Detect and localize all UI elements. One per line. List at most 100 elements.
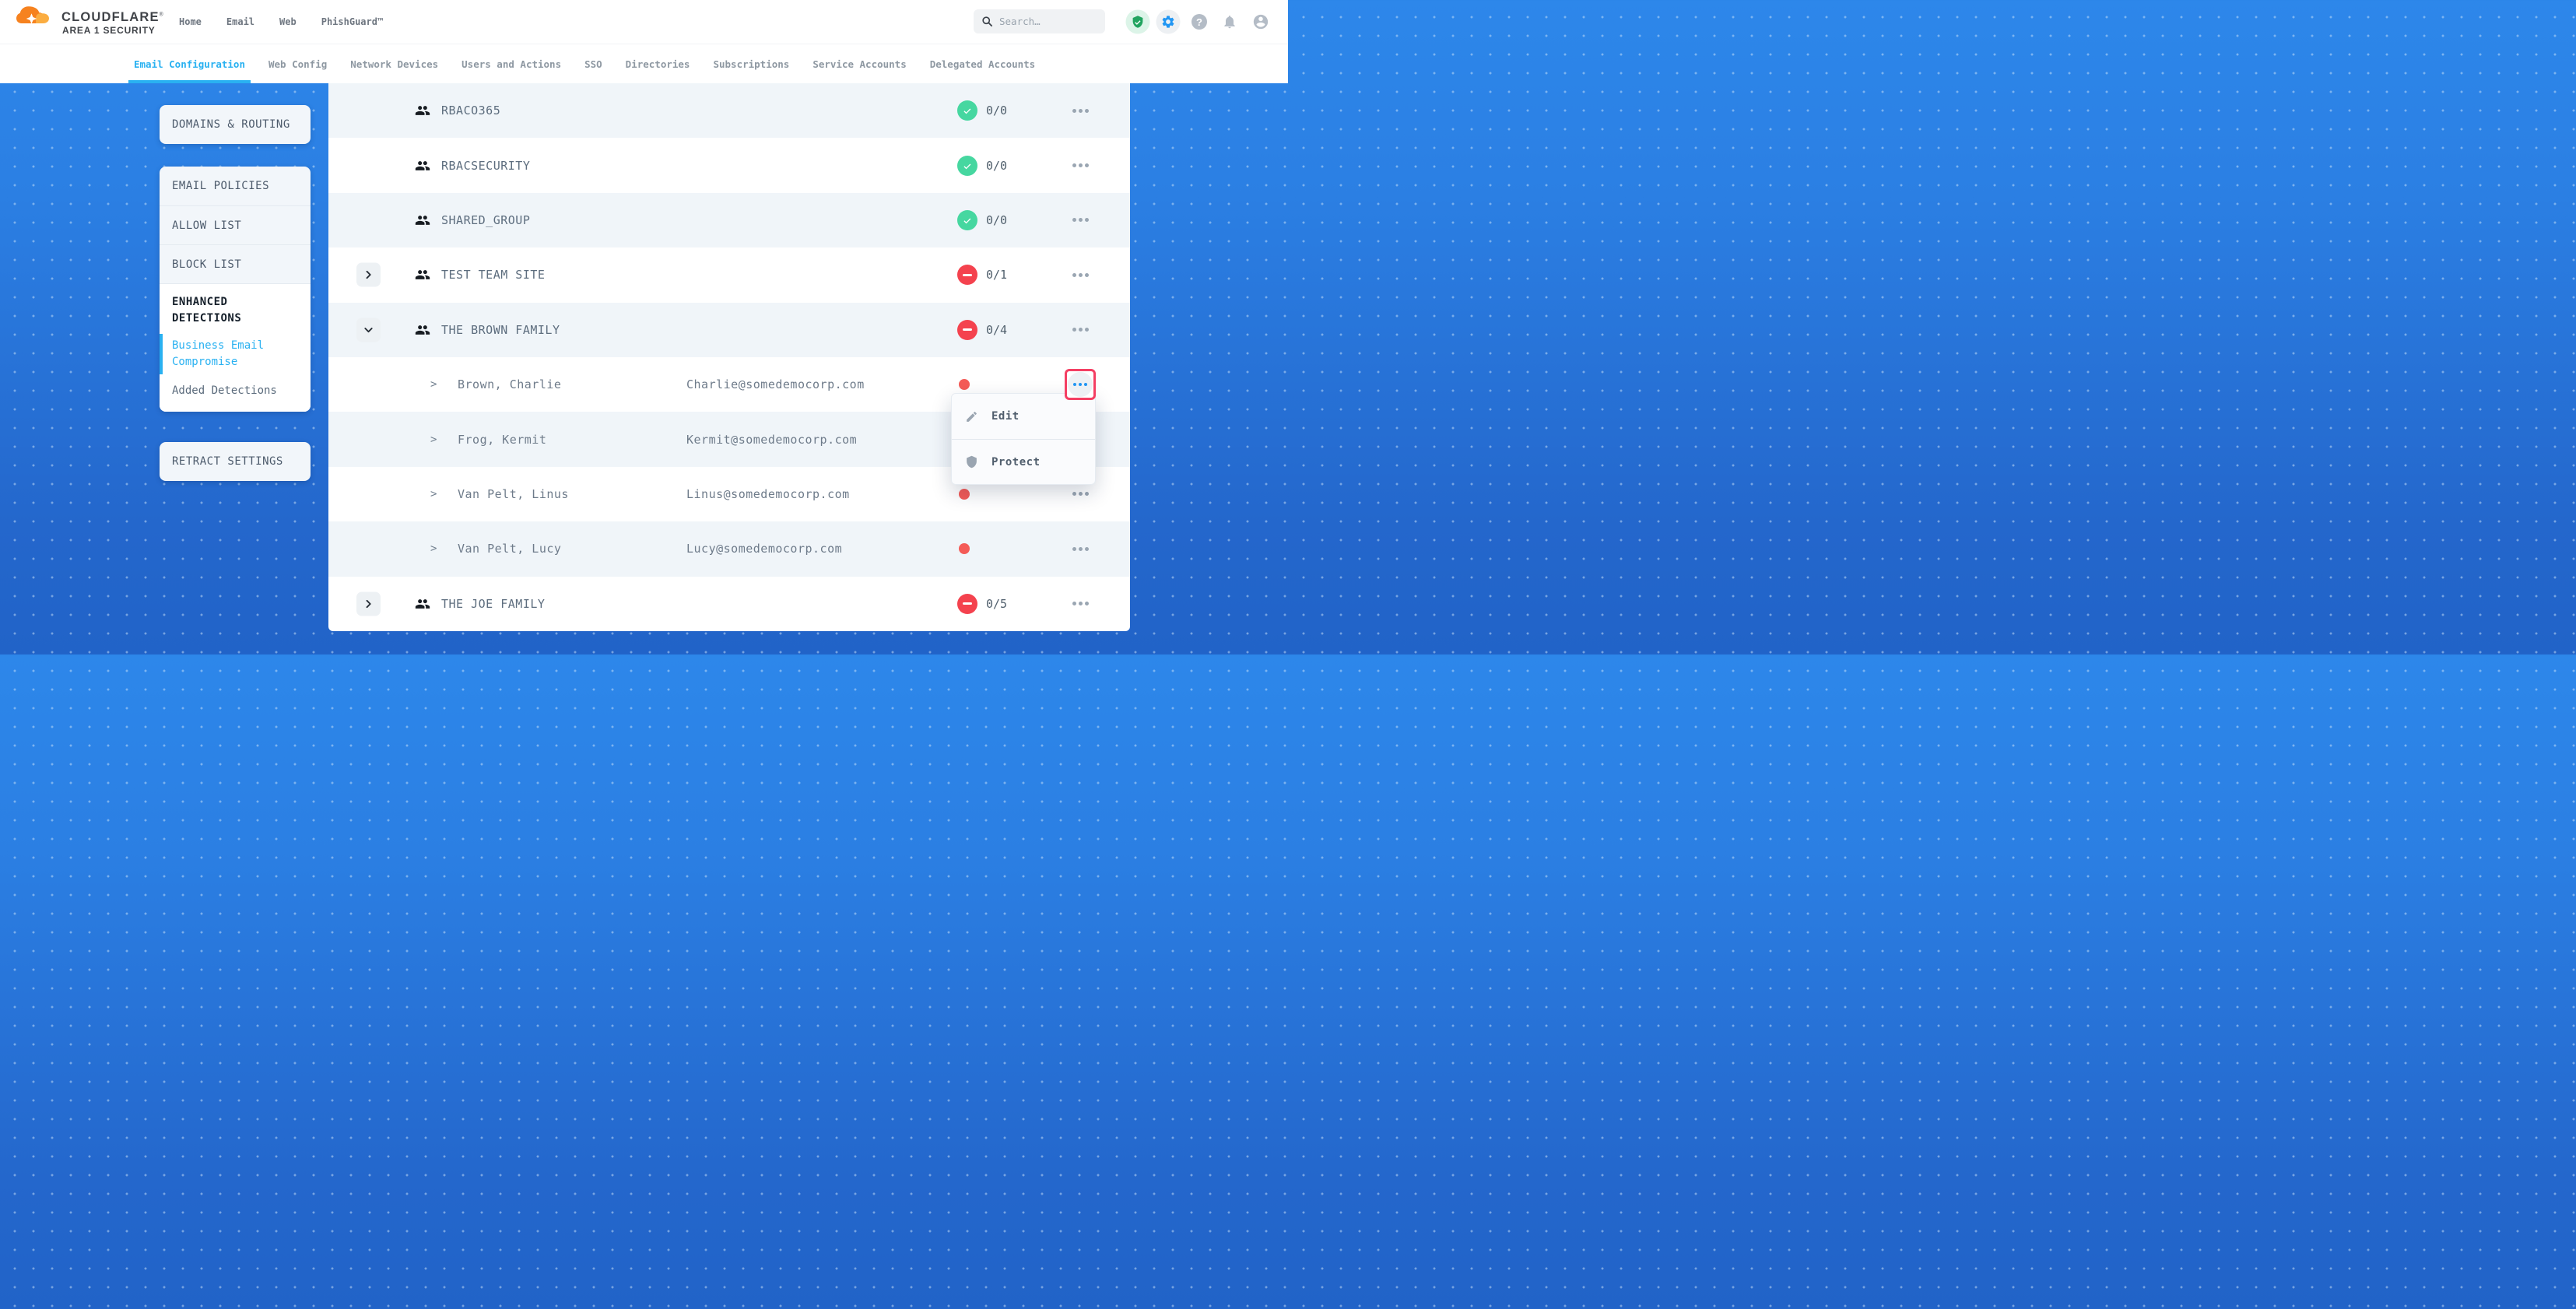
- row-context-menu: Edit Protect: [951, 393, 1096, 485]
- collapse-button[interactable]: [356, 318, 381, 342]
- table-row: RBACSECURITY 0/0: [328, 138, 1130, 192]
- table-row: TEST TEAM SITE 0/1: [328, 247, 1130, 302]
- shield-check-icon[interactable]: [1126, 10, 1150, 34]
- group-name: RBACSECURITY: [441, 159, 530, 173]
- expand-button[interactable]: [356, 591, 381, 616]
- app-header: CLOUDFLARE® AREA 1 SECURITY Home Email W…: [0, 0, 1288, 44]
- status-dot: [959, 379, 970, 390]
- table-row: RBACO365 0/0: [328, 83, 1130, 138]
- user-icon[interactable]: [1252, 13, 1269, 30]
- search-bar[interactable]: [974, 9, 1105, 33]
- chevron-right-icon: [364, 599, 373, 608]
- member-chevron[interactable]: >: [430, 488, 437, 500]
- group-icon: [415, 267, 430, 283]
- status-alert-icon: [957, 594, 977, 614]
- expand-button[interactable]: [356, 263, 381, 287]
- sidebar-item-retract-settings[interactable]: RETRACT SETTINGS: [160, 442, 311, 481]
- row-actions-button-active[interactable]: [1065, 369, 1096, 400]
- nav-email[interactable]: Email: [226, 16, 254, 27]
- brand-product: AREA 1 SECURITY: [62, 25, 156, 36]
- group-icon: [415, 322, 430, 338]
- table-row: THE JOE FAMILY 0/5: [328, 577, 1130, 631]
- tab-directories[interactable]: Directories: [626, 44, 690, 83]
- tab-email-configuration[interactable]: Email Configuration: [134, 44, 245, 83]
- help-icon[interactable]: ?: [1191, 14, 1207, 30]
- group-name: TEST TEAM SITE: [441, 268, 545, 282]
- row-actions-button[interactable]: [1065, 150, 1096, 181]
- nav-phishguard[interactable]: PhishGuard™: [321, 16, 383, 27]
- tab-users-and-actions[interactable]: Users and Actions: [462, 44, 561, 83]
- group-icon: [415, 596, 430, 612]
- shield-icon: [965, 455, 978, 469]
- table-row: THE BROWN FAMILY 0/4: [328, 303, 1130, 357]
- sidebar-item-email-policies[interactable]: EMAIL POLICIES: [160, 167, 311, 205]
- protection-count: 0/0: [986, 159, 1007, 173]
- brand-name: CLOUDFLARE®: [61, 10, 163, 25]
- protection-count: 0/0: [986, 104, 1007, 118]
- member-chevron[interactable]: >: [430, 542, 437, 555]
- status-ok-icon: [957, 210, 977, 230]
- table-row: > Van Pelt, Lucy Lucy@somedemocorp.com: [328, 521, 1130, 576]
- sidebar-item-block-list[interactable]: BLOCK LIST: [160, 244, 311, 283]
- status-alert-icon: [957, 265, 977, 285]
- member-email: Linus@somedemocorp.com: [686, 487, 850, 501]
- status-ok-icon: [957, 100, 977, 121]
- tab-service-accounts[interactable]: Service Accounts: [812, 44, 906, 83]
- member-email: Lucy@somedemocorp.com: [686, 542, 842, 556]
- protection-count: 0/1: [986, 268, 1007, 282]
- row-actions-button[interactable]: [1065, 205, 1096, 236]
- status-alert-icon: [957, 320, 977, 340]
- group-icon: [415, 103, 430, 118]
- group-name: THE BROWN FAMILY: [441, 323, 560, 337]
- row-actions-button[interactable]: [1065, 314, 1096, 346]
- group-name: THE JOE FAMILY: [441, 597, 545, 611]
- menu-item-edit[interactable]: Edit: [952, 394, 1095, 439]
- sidebar-section-enhanced-detections: ENHANCED DETECTIONS Business Email Compr…: [160, 283, 311, 412]
- tab-web-config[interactable]: Web Config: [268, 44, 327, 83]
- sidebar-item-allow-list[interactable]: ALLOW LIST: [160, 205, 311, 244]
- sidebar-card-policies: EMAIL POLICIES ALLOW LIST BLOCK LIST ENH…: [160, 167, 311, 412]
- member-name: Brown, Charlie: [458, 377, 561, 391]
- member-chevron[interactable]: >: [430, 433, 437, 446]
- bell-icon[interactable]: [1222, 14, 1237, 30]
- search-icon: [981, 16, 993, 27]
- tab-sso[interactable]: SSO: [584, 44, 602, 83]
- tab-network-devices[interactable]: Network Devices: [350, 44, 438, 83]
- menu-item-protect[interactable]: Protect: [952, 439, 1095, 484]
- member-name: Frog, Kermit: [458, 433, 546, 447]
- groups-table: RBACO365 0/0 RBACSECURITY 0/0 SHARED_GRO…: [328, 83, 1130, 631]
- sidebar-item-business-email-compromise[interactable]: Business Email Compromise: [160, 332, 311, 377]
- search-input[interactable]: [999, 16, 1093, 27]
- brand-reg-mark: ®: [160, 12, 163, 18]
- status-ok-icon: [957, 156, 977, 176]
- row-actions-button[interactable]: [1065, 95, 1096, 126]
- protection-count: 0/4: [986, 323, 1007, 337]
- cloudflare-logo: CLOUDFLARE® AREA 1 SECURITY: [16, 4, 172, 41]
- group-name: SHARED_GROUP: [441, 213, 530, 227]
- cloudflare-cloud-icon: [16, 5, 49, 27]
- tab-subscriptions[interactable]: Subscriptions: [713, 44, 789, 83]
- sidebar-item-added-detections[interactable]: Added Detections: [160, 377, 311, 412]
- member-name: Van Pelt, Linus: [458, 487, 569, 501]
- row-actions-button[interactable]: [1065, 533, 1096, 564]
- group-name: RBACO365: [441, 104, 500, 118]
- gear-icon[interactable]: [1156, 10, 1181, 34]
- tab-delegated-accounts[interactable]: Delegated Accounts: [930, 44, 1035, 83]
- sidebar-item-domains-routing[interactable]: DOMAINS & ROUTING: [160, 105, 311, 144]
- protection-count: 0/5: [986, 597, 1007, 611]
- group-icon: [415, 158, 430, 174]
- member-email: Charlie@somedemocorp.com: [686, 377, 865, 391]
- status-dot: [959, 489, 970, 500]
- sidebar-card-retract: RETRACT SETTINGS: [160, 442, 311, 481]
- row-actions-button[interactable]: [1065, 588, 1096, 619]
- chevron-down-icon: [364, 325, 373, 334]
- nav-home[interactable]: Home: [179, 16, 202, 27]
- pencil-icon: [965, 410, 978, 423]
- header-nav: Home Email Web PhishGuard™: [179, 0, 383, 44]
- table-row: SHARED_GROUP 0/0: [328, 193, 1130, 247]
- sidebar-item-enhanced-detections[interactable]: ENHANCED DETECTIONS: [160, 284, 284, 332]
- nav-web[interactable]: Web: [279, 16, 297, 27]
- status-dot: [959, 543, 970, 554]
- row-actions-button[interactable]: [1065, 259, 1096, 290]
- member-chevron[interactable]: >: [430, 378, 437, 391]
